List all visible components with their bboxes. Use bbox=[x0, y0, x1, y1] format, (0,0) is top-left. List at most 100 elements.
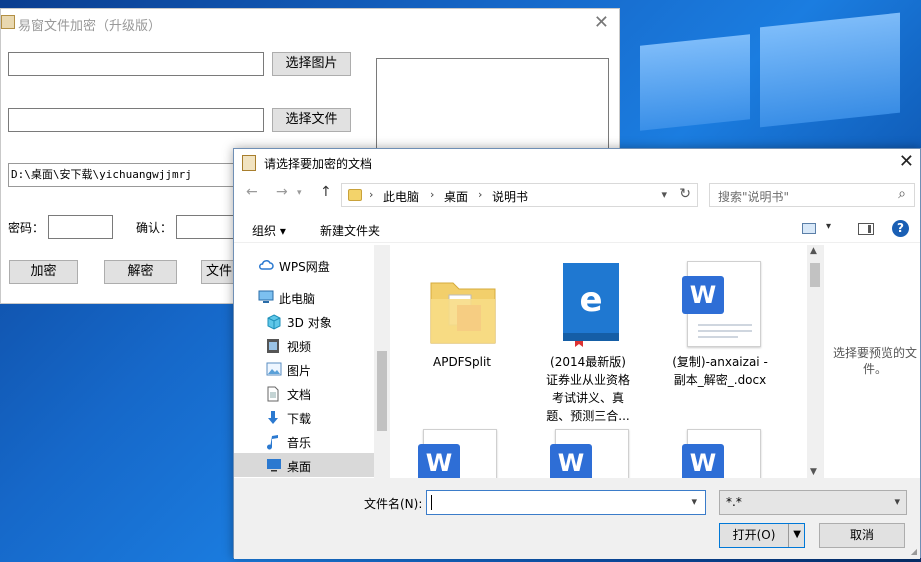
tree-scrollbar[interactable] bbox=[374, 245, 390, 478]
file-name: APDFSplit bbox=[433, 355, 491, 369]
folder-icon bbox=[430, 282, 496, 344]
app-icon bbox=[1, 15, 15, 29]
open-options-dropdown-icon[interactable]: ▼ bbox=[793, 529, 801, 540]
address-dropdown-icon[interactable]: ▾ bbox=[661, 188, 667, 201]
ie-document-icon: e bbox=[563, 263, 619, 347]
refresh-icon[interactable]: ↻ bbox=[679, 186, 691, 202]
app-close-button[interactable]: ✕ bbox=[594, 12, 609, 33]
preview-pane-toggle-icon[interactable] bbox=[858, 223, 874, 235]
breadcrumb-separator: › bbox=[478, 188, 483, 201]
image-path-input[interactable] bbox=[8, 52, 264, 76]
navigation-tree: WPS网盘 此电脑 3D 对象 视频 图片 文档 下载 音乐 桌面 bbox=[234, 245, 390, 478]
filetype-select[interactable]: *.* ▾ bbox=[719, 490, 907, 515]
recent-chevron-icon[interactable]: ▾ bbox=[297, 188, 302, 198]
open-file-dialog: 请选择要加密的文档 ✕ ← → ▾ ↑ › 此电脑 › 桌面 › 说明书 ▾ ↻… bbox=[233, 148, 921, 559]
breadcrumb-this-pc[interactable]: 此电脑 bbox=[383, 188, 419, 205]
computer-icon bbox=[258, 290, 274, 304]
filename-dropdown-icon[interactable]: ▾ bbox=[691, 495, 697, 508]
tree-item-label: 桌面 bbox=[287, 460, 312, 474]
file-list-scrollbar[interactable]: ▲ ▼ bbox=[807, 245, 823, 478]
search-box[interactable]: 搜索"说明书" ⌕ bbox=[709, 183, 915, 207]
tree-item-pictures[interactable]: 图片 bbox=[234, 357, 374, 381]
tree-item-label: WPS网盘 bbox=[279, 260, 330, 274]
word-badge: W bbox=[418, 444, 460, 478]
file-item-word[interactable]: W bbox=[391, 425, 517, 478]
scroll-down-icon[interactable]: ▼ bbox=[810, 467, 817, 477]
breadcrumb-manual[interactable]: 说明书 bbox=[492, 188, 528, 205]
view-dropdown-icon[interactable]: ▾ bbox=[826, 221, 831, 232]
cube-icon bbox=[266, 314, 281, 330]
view-mode-icon[interactable] bbox=[802, 223, 816, 234]
picture-icon bbox=[266, 362, 282, 376]
word-document-icon: W bbox=[418, 429, 497, 478]
password-input[interactable] bbox=[48, 215, 113, 239]
file-list-scrollbar-thumb[interactable] bbox=[810, 263, 820, 287]
file-path-input[interactable] bbox=[8, 108, 264, 132]
open-button[interactable]: 打开(O) ▼ bbox=[719, 523, 805, 548]
filetype-value: *.* bbox=[726, 495, 742, 509]
forward-arrow-icon[interactable]: → bbox=[276, 184, 288, 200]
tree-item-label: 音乐 bbox=[287, 436, 312, 450]
file-name-line: 题、预测三合... bbox=[546, 409, 630, 423]
tree-item-this-pc[interactable]: 此电脑 bbox=[234, 285, 374, 309]
word-document-icon: W bbox=[550, 429, 629, 478]
folder-icon bbox=[348, 189, 362, 201]
dialog-close-button[interactable]: ✕ bbox=[899, 151, 914, 172]
organize-menu[interactable]: 组织 ▾ bbox=[252, 222, 286, 239]
address-bar[interactable]: › 此电脑 › 桌面 › 说明书 ▾ ↻ bbox=[341, 183, 698, 207]
tree-item-label: 文档 bbox=[287, 388, 312, 402]
select-image-button[interactable]: 选择图片 bbox=[272, 52, 351, 76]
filename-input[interactable]: ▾ bbox=[426, 490, 706, 515]
tree-item-3d-objects[interactable]: 3D 对象 bbox=[234, 309, 374, 333]
navigation-bar: ← → ▾ ↑ › 此电脑 › 桌面 › 说明书 ▾ ↻ 搜索"说明书" ⌕ bbox=[234, 181, 920, 207]
tree-item-label: 3D 对象 bbox=[287, 316, 332, 330]
tree-item-label: 图片 bbox=[287, 364, 312, 378]
tree-item-music[interactable]: 音乐 bbox=[234, 429, 374, 453]
file-item-word[interactable]: W bbox=[525, 425, 651, 478]
preview-hint: 选择要预览的文件。 bbox=[832, 346, 917, 376]
text-caret bbox=[431, 495, 432, 510]
tree-item-downloads[interactable]: 下载 bbox=[234, 405, 374, 429]
preview-pane: 选择要预览的文件。 bbox=[823, 245, 921, 478]
tree-item-wps-cloud[interactable]: WPS网盘 bbox=[234, 253, 374, 277]
dialog-title: 请选择要加密的文档 bbox=[264, 157, 373, 171]
command-bar: 组织 ▾ 新建文件夹 ▾ ? bbox=[234, 215, 920, 243]
scroll-up-icon[interactable]: ▲ bbox=[810, 246, 817, 256]
file-item-anxaizai-docx[interactable]: W (复制)-anxaizai - 副本_解密_.docx bbox=[657, 251, 783, 391]
resize-grip-icon[interactable]: ◢ bbox=[911, 547, 917, 556]
tree-item-videos[interactable]: 视频 bbox=[234, 333, 374, 357]
output-path-field[interactable]: D:\桌面\安下载\yichuangwjjmrj bbox=[8, 163, 236, 187]
cancel-button[interactable]: 取消 bbox=[819, 523, 905, 548]
download-icon bbox=[266, 410, 280, 424]
file-item-securities-exam[interactable]: e (2014最新版) 证券业从业资格 考试讲义、真 题、预测三合... bbox=[525, 251, 651, 423]
tree-scrollbar-thumb[interactable] bbox=[377, 351, 387, 431]
word-badge: W bbox=[682, 444, 724, 478]
breadcrumb-desktop[interactable]: 桌面 bbox=[444, 188, 468, 205]
tree-item-label: 此电脑 bbox=[279, 292, 316, 306]
desktop-icon bbox=[266, 458, 281, 472]
tree-item-desktop[interactable]: 桌面 bbox=[234, 453, 374, 477]
select-file-button[interactable]: 选择文件 bbox=[272, 108, 351, 132]
tree-item-label: 下载 bbox=[287, 412, 312, 426]
file-item-word[interactable]: W bbox=[657, 425, 783, 478]
svg-text:e: e bbox=[579, 280, 602, 320]
filename-label: 文件名(N): bbox=[364, 497, 423, 511]
confirm-label: 确认： bbox=[136, 221, 173, 235]
file-item-apdfsplit[interactable]: APDFSplit bbox=[399, 251, 525, 371]
open-button-divider bbox=[788, 524, 789, 547]
tree-item-documents[interactable]: 文档 bbox=[234, 381, 374, 405]
file-button[interactable]: 文件 bbox=[201, 260, 237, 284]
window-pane-decoration bbox=[760, 12, 900, 128]
help-icon[interactable]: ? bbox=[892, 220, 909, 237]
open-button-label: 打开(O) bbox=[732, 528, 776, 542]
music-icon bbox=[266, 434, 280, 450]
encrypt-button[interactable]: 加密 bbox=[9, 260, 78, 284]
document-icon bbox=[266, 386, 280, 402]
file-name-line: (2014最新版) bbox=[550, 355, 626, 369]
file-name-line: 证券业从业资格 bbox=[545, 373, 630, 387]
up-arrow-icon[interactable]: ↑ bbox=[320, 184, 332, 200]
confirm-input[interactable] bbox=[176, 215, 236, 239]
new-folder-button[interactable]: 新建文件夹 bbox=[320, 222, 380, 239]
back-arrow-icon[interactable]: ← bbox=[246, 184, 258, 200]
decrypt-button[interactable]: 解密 bbox=[104, 260, 177, 284]
